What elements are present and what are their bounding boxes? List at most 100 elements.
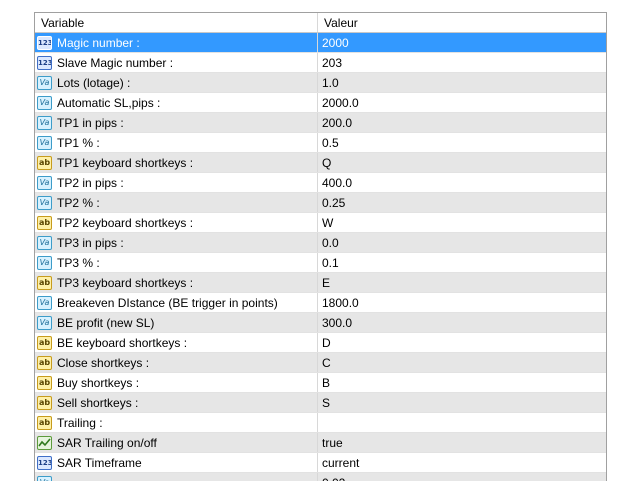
value-cell[interactable]: 203 (318, 53, 606, 72)
value-cell[interactable]: B (318, 373, 606, 392)
variable-name: TP2 keyboard shortkeys : (57, 216, 193, 230)
table-row[interactable]: VaBreakeven DIstance (BE trigger in poin… (35, 293, 606, 313)
table-row[interactable]: 123SAR Timeframecurrent (35, 453, 606, 473)
string-type-icon: ab (37, 276, 52, 290)
variable-cell[interactable]: 123 Slave Magic number : (35, 53, 318, 72)
value-cell[interactable]: W (318, 213, 606, 232)
variable-cell[interactable]: 123SAR Timeframe (35, 453, 318, 472)
variable-name: TP2 in pips : (57, 176, 124, 190)
variable-cell[interactable]: Va Lots (lotage) : (35, 73, 318, 92)
value-cell[interactable]: D (318, 333, 606, 352)
value-cell[interactable]: current (318, 453, 606, 472)
variable-cell[interactable]: abSell shortkeys : (35, 393, 318, 412)
value-cell[interactable]: true (318, 433, 606, 452)
variable-cell[interactable]: Va TP2 in pips : (35, 173, 318, 192)
string-type-icon: ab (37, 376, 52, 390)
variable-name: TP1 in pips : (57, 116, 124, 130)
variable-cell[interactable]: SAR Trailing on/off (35, 433, 318, 452)
variable-cell[interactable]: abClose shortkeys : (35, 353, 318, 372)
table-row[interactable]: abClose shortkeys :C (35, 353, 606, 373)
variable-cell[interactable]: Va TP3 % : (35, 253, 318, 272)
table-row[interactable]: ab TP2 keyboard shortkeys : W (35, 213, 606, 233)
variable-cell[interactable]: ab TP2 keyboard shortkeys : (35, 213, 318, 232)
table-header: Variable Valeur (35, 13, 606, 33)
variable-cell[interactable]: VaTP1 % : (35, 133, 318, 152)
value-cell[interactable]: Q (318, 153, 606, 172)
variable-name: TP2 % : (57, 196, 100, 210)
table-row[interactable]: ab Buy shortkeys : B (35, 373, 606, 393)
variable-name: BE profit (new SL) (57, 316, 154, 330)
variable-name: TP3 in pips : (57, 236, 124, 250)
inputs-table: Variable Valeur 123Magic number :2000123… (34, 12, 607, 481)
table-row[interactable]: VaAutomatic SL,pips :2000.0 (35, 93, 606, 113)
value-cell[interactable]: 400.0 (318, 173, 606, 192)
table-row[interactable]: abSell shortkeys :S (35, 393, 606, 413)
table-row[interactable]: Va TP3 % : 0.1 (35, 253, 606, 273)
variable-name: TP3 keyboard shortkeys : (57, 276, 193, 290)
variable-name: Slave Magic number : (57, 56, 173, 70)
string-type-icon: ab (37, 156, 52, 170)
variable-cell[interactable]: abTP1 keyboard shortkeys : (35, 153, 318, 172)
variable-cell[interactable]: ab Buy shortkeys : (35, 373, 318, 392)
value-cell[interactable]: E (318, 273, 606, 292)
string-type-icon: ab (37, 336, 52, 350)
column-header-variable[interactable]: Variable (35, 13, 318, 32)
double-type-icon: Va (37, 116, 52, 130)
double-type-icon: Va (37, 256, 52, 270)
value-cell[interactable] (318, 413, 606, 432)
variable-cell[interactable]: VaBreakeven DIstance (BE trigger in poin… (35, 293, 318, 312)
value-cell[interactable]: S (318, 393, 606, 412)
variable-cell[interactable]: ab TP3 keyboard shortkeys : (35, 273, 318, 292)
string-type-icon: ab (37, 396, 52, 410)
value-cell[interactable]: 1.0 (318, 73, 606, 92)
double-type-icon: Va (37, 476, 52, 481)
variable-name: Trailing : (57, 416, 103, 430)
variable-cell[interactable]: 123Magic number : (35, 33, 318, 52)
table-row[interactable]: SAR Trailing on/off true (35, 433, 606, 453)
double-type-icon: Va (37, 176, 52, 190)
value-cell[interactable]: 300.0 (318, 313, 606, 332)
table-row[interactable]: Va Lots (lotage) : 1.0 (35, 73, 606, 93)
table-row[interactable]: VaTP3 in pips :0.0 (35, 233, 606, 253)
value-cell[interactable]: C (318, 353, 606, 372)
table-row[interactable]: 123Magic number :2000 (35, 33, 606, 53)
table-row[interactable]: abTrailing : (35, 413, 606, 433)
variable-cell[interactable]: Va TP1 in pips : (35, 113, 318, 132)
variable-cell[interactable]: VaAutomatic SL,pips : (35, 93, 318, 112)
value-cell[interactable]: 200.0 (318, 113, 606, 132)
table-row[interactable]: Va TP2 in pips : 400.0 (35, 173, 606, 193)
variable-name: Buy shortkeys : (57, 376, 139, 390)
table-row[interactable]: VaBE profit (new SL)300.0 (35, 313, 606, 333)
variable-name: Automatic SL,pips : (57, 96, 160, 110)
table-row[interactable]: abBE keyboard shortkeys :D (35, 333, 606, 353)
value-cell[interactable]: 0.25 (318, 193, 606, 212)
string-type-icon: ab (37, 216, 52, 230)
variable-name: Lots (lotage) : (57, 76, 130, 90)
table-row[interactable]: abTP1 keyboard shortkeys :Q (35, 153, 606, 173)
variable-cell[interactable]: abBE keyboard shortkeys : (35, 333, 318, 352)
value-cell[interactable]: 0.5 (318, 133, 606, 152)
double-type-icon: Va (37, 136, 52, 150)
table-row[interactable]: VaTP1 % :0.5 (35, 133, 606, 153)
variable-name: TP3 % : (57, 256, 100, 270)
integer-type-icon: 123 (37, 456, 52, 470)
value-cell[interactable]: 2000.0 (318, 93, 606, 112)
value-cell[interactable]: 0.0 (318, 233, 606, 252)
table-row[interactable]: ab TP3 keyboard shortkeys : E (35, 273, 606, 293)
double-type-icon: Va (37, 76, 52, 90)
variable-cell[interactable]: VaBE profit (new SL) (35, 313, 318, 332)
integer-type-icon: 123 (37, 56, 52, 70)
table-row[interactable]: Va TP1 in pips : 200.0 (35, 113, 606, 133)
variable-name: SAR Trailing on/off (57, 436, 157, 450)
boolean-type-icon (37, 436, 52, 450)
value-cell[interactable]: 1800.0 (318, 293, 606, 312)
table-row[interactable]: VaTP2 % :0.25 (35, 193, 606, 213)
variable-name: Close shortkeys : (57, 356, 149, 370)
value-cell[interactable]: 2000 (318, 33, 606, 52)
column-header-value[interactable]: Valeur (318, 13, 606, 32)
variable-cell[interactable]: abTrailing : (35, 413, 318, 432)
variable-cell[interactable]: VaTP2 % : (35, 193, 318, 212)
table-row[interactable]: 123 Slave Magic number : 203 (35, 53, 606, 73)
variable-cell[interactable]: VaTP3 in pips : (35, 233, 318, 252)
value-cell[interactable]: 0.1 (318, 253, 606, 272)
